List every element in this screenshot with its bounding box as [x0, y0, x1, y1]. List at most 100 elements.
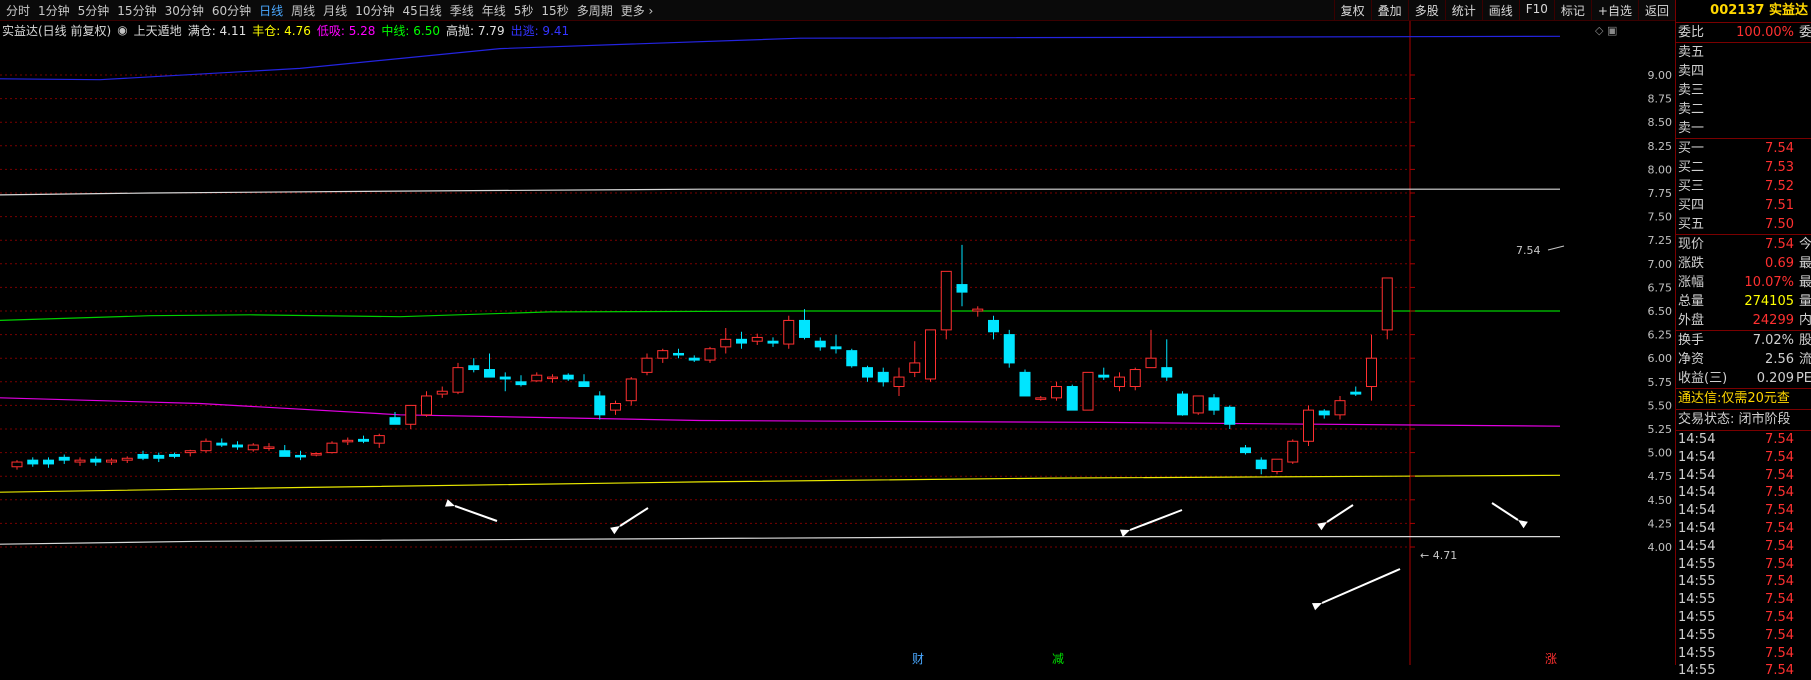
indicator-settings-icon[interactable]: ◉ [117, 23, 127, 37]
candle [1366, 334, 1377, 401]
tick-row: 14:55 7.54 [1678, 574, 1794, 590]
y-tick-label: 7.25 [1648, 234, 1673, 247]
quote-list: 现价 7.54 今涨跌 0.69 最涨幅 10.07% 最总量 274105 量外盘 24299 内 [1676, 234, 1811, 330]
tool-button-7[interactable]: +自选 [1590, 0, 1638, 20]
period-tab-5[interactable]: 60分钟 [208, 2, 255, 19]
annotations: 7.54 ← 4.71 财 减 涨 ◇ ▣ [445, 24, 1617, 665]
tool-button-2[interactable]: 多股 [1407, 0, 1445, 20]
tool-buttons: 复权 叠加 多股 统计 画线 F10 标记 +自选 返回 [1333, 0, 1675, 20]
candle [1145, 329, 1157, 369]
candle [169, 452, 180, 459]
tick-row: 14:55 7.54 [1678, 645, 1794, 661]
event-label[interactable]: 减 [1052, 652, 1064, 665]
period-tab-10[interactable]: 45日线 [398, 2, 445, 19]
period-tab-15[interactable]: 多周期 [573, 2, 617, 19]
y-tick-label: 5.25 [1648, 423, 1673, 436]
fundamental-row: 换手 7.02% 股 [1678, 333, 1811, 348]
period-tab-9[interactable]: 10分钟 [351, 2, 398, 19]
candle [1129, 367, 1141, 391]
period-tabs: 分时 1分钟 5分钟 15分钟 30分钟 60分钟 日线 周线 月线 10分钟 45日线 季线 年线 5秒… [2, 0, 657, 20]
indicator-legend: 实益达(日线 前复权) ◉ 上天遁地 满仓: 4.11 丰仓: 4.76 低吸: 5… [2, 21, 581, 39]
tick-row: 14:54 7.54 [1678, 432, 1794, 447]
candle [1114, 372, 1125, 392]
candles [11, 244, 1393, 475]
annotation-arrow [1491, 502, 1528, 529]
y-tick-label: 9.00 [1648, 69, 1673, 82]
period-tab-3[interactable]: 15分钟 [113, 2, 160, 19]
quote-panel: 002137 实益达 委比 100.00% 委 卖五 卖四 卖三 卖二 卖一 买一 7.5… [1675, 0, 1811, 678]
tool-button-8[interactable]: 返回 [1637, 0, 1675, 20]
tick-row: 14:54 7.54 [1678, 467, 1794, 483]
bid-list: 买一 7.54 买二 7.53 买三 7.52 买四 7.51 买五 7.50 [1676, 138, 1811, 234]
y-tick-label: 6.75 [1648, 281, 1673, 294]
candle [925, 329, 936, 382]
candle [405, 404, 417, 429]
quote-row: 现价 7.54 今 [1678, 237, 1811, 252]
kline-chart[interactable]: 9.00 8.75 8.50 8.25 8.00 7.75 7.50 7.25 7.00 6.75… [0, 0, 1675, 665]
tick-list[interactable]: 14:54 7.54 14:54 7.54 14:54 7.54 14:54 7.54 14:5… [1676, 430, 1811, 680]
level-lines [0, 35, 1561, 545]
bid-row: 买五 7.50 [1678, 217, 1794, 232]
quote-row: 涨跌 0.69 最 [1678, 256, 1811, 271]
indicator-value-2: 低吸: 5.28 [316, 23, 376, 38]
candle [247, 443, 259, 452]
event-label[interactable]: 涨 [1545, 651, 1557, 665]
annotation-arrow [1317, 504, 1354, 531]
candle [877, 367, 889, 387]
candle [1224, 405, 1236, 429]
trade-status: 交易状态: 闭市阶段 [1676, 409, 1811, 430]
tool-button-4[interactable]: 画线 [1481, 0, 1519, 20]
tick-row: 14:54 7.54 [1678, 520, 1794, 536]
tool-button-5[interactable]: F10 [1518, 0, 1554, 20]
period-tab-16[interactable]: 更多 › [617, 2, 658, 19]
period-tab-11[interactable]: 季线 [446, 2, 478, 19]
stock-code: 002137 [1710, 3, 1765, 18]
candle [688, 355, 700, 362]
period-tab-14[interactable]: 15秒 [537, 2, 572, 19]
period-toolbar: 分时 1分钟 5分钟 15分钟 30分钟 60分钟 日线 周线 月线 10分钟 45日线 季线 年线 5秒… [0, 0, 1675, 21]
promo-notice[interactable]: 通达信:仅需20元查 [1676, 388, 1811, 409]
event-label[interactable]: 财 [912, 652, 924, 665]
period-tab-6[interactable]: 日线 [255, 2, 287, 19]
candle [43, 457, 54, 468]
chart-option-icon[interactable]: ◇ ▣ [1595, 24, 1617, 37]
tool-button-3[interactable]: 统计 [1444, 0, 1482, 20]
level-line-1 [0, 474, 1561, 493]
candle [531, 372, 543, 382]
candle [421, 391, 432, 417]
tool-button-6[interactable]: 标记 [1553, 0, 1591, 20]
period-tab-0[interactable]: 分时 [2, 2, 34, 19]
candle [27, 457, 39, 467]
candle [1082, 371, 1094, 411]
ask-row: 卖一 [1678, 121, 1705, 136]
y-tick-label: 4.00 [1648, 541, 1673, 554]
period-tab-12[interactable]: 年线 [478, 2, 510, 19]
indicator-name[interactable]: 上天遁地 [134, 22, 182, 39]
tick-row: 14:54 7.54 [1678, 538, 1794, 554]
tool-button-0[interactable]: 复权 [1333, 0, 1371, 20]
tool-button-1[interactable]: 叠加 [1370, 0, 1408, 20]
tick-row: 14:55 7.54 [1678, 609, 1794, 625]
candle [846, 348, 858, 368]
y-tick-label: 7.00 [1648, 258, 1673, 271]
candle [1051, 381, 1062, 401]
period-tab-7[interactable]: 周线 [287, 2, 319, 19]
period-tab-8[interactable]: 月线 [319, 2, 351, 19]
stock-name: 实益达 [1768, 3, 1808, 18]
candle [263, 443, 275, 451]
tick-row: 14:55 7.54 [1678, 663, 1794, 679]
candle [1035, 395, 1047, 401]
candle [830, 334, 842, 354]
period-tab-4[interactable]: 30分钟 [161, 2, 208, 19]
candle [751, 333, 763, 345]
quote-row: 总量 274105 量 [1678, 294, 1811, 309]
candle [799, 309, 810, 340]
fundamental-row: 净资 2.56 流 [1678, 352, 1811, 367]
period-tab-1[interactable]: 1分钟 [34, 2, 74, 19]
bid-row: 买三 7.52 [1678, 179, 1794, 194]
indicator-value-4: 高抛: 7.79 [446, 23, 505, 38]
period-tab-13[interactable]: 5秒 [510, 2, 538, 19]
period-tab-2[interactable]: 5分钟 [74, 2, 114, 19]
y-tick-label: 7.75 [1648, 187, 1673, 200]
candle [1019, 369, 1031, 397]
